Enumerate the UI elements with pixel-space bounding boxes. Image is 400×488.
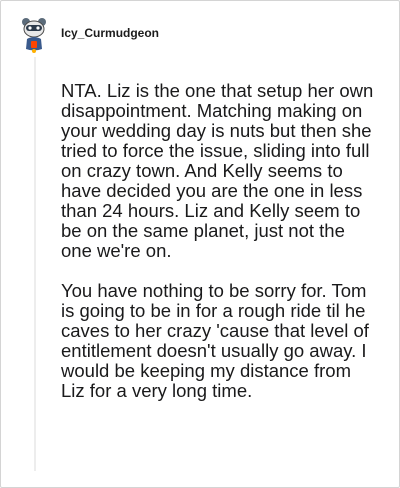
comment-body: NTA. Liz is the one that setup her own d… [61, 81, 377, 421]
comment-author-username[interactable]: Icy_Curmudgeon [61, 26, 159, 40]
comment-header: Icy_Curmudgeon [21, 15, 159, 55]
comment-paragraph: You have nothing to be sorry for. Tom is… [61, 280, 369, 401]
comment-card: Icy_Curmudgeon NTA. Liz is the one that … [0, 0, 400, 488]
thread-collapse-line[interactable] [34, 57, 36, 471]
snoo-avatar-icon[interactable] [21, 15, 47, 55]
comment-paragraph: NTA. Liz is the one that setup her own d… [61, 80, 374, 261]
